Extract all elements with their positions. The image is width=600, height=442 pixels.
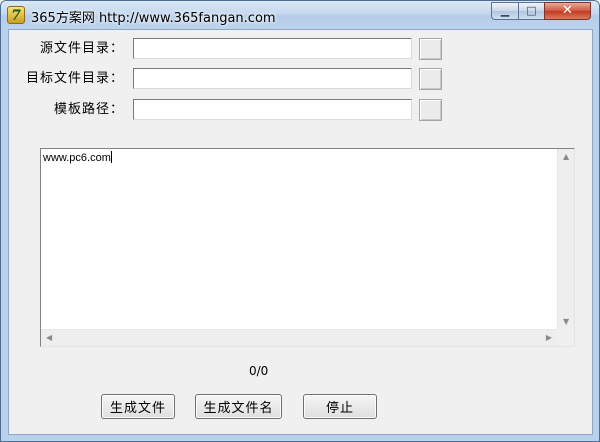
close-button[interactable]: ✕ xyxy=(544,2,591,20)
vertical-scrollbar[interactable]: ▲ ▼ xyxy=(557,149,574,330)
client-area: 源文件目录： 目标文件目录： 模板路径： www.pc6.com ▲ ▼ ◀ ▶… xyxy=(8,29,593,435)
stop-button[interactable]: 停止 xyxy=(303,394,377,419)
template-path-browse-button[interactable] xyxy=(419,99,442,121)
source-dir-label: 源文件目录： xyxy=(39,41,124,56)
log-textarea[interactable]: www.pc6.com ▲ ▼ ◀ ▶ xyxy=(40,148,575,347)
target-dir-input[interactable] xyxy=(133,68,412,89)
scroll-down-icon[interactable]: ▼ xyxy=(563,318,569,326)
log-text[interactable]: www.pc6.com xyxy=(41,149,557,330)
scrollbar-corner xyxy=(557,329,574,346)
progress-counter: 0/0 xyxy=(249,364,269,378)
title-bar[interactable]: 7 365方案网 http://www.365fangan.com ▁ □ ✕ xyxy=(1,1,599,29)
template-path-input[interactable] xyxy=(133,99,412,120)
generate-files-button[interactable]: 生成文件 xyxy=(101,394,175,419)
maximize-button[interactable]: □ xyxy=(518,2,544,20)
app-logo-icon: 7 xyxy=(7,6,25,24)
scroll-up-icon[interactable]: ▲ xyxy=(563,153,569,161)
generate-filenames-button[interactable]: 生成文件名 xyxy=(195,394,282,419)
source-dir-input[interactable] xyxy=(133,38,412,59)
source-dir-browse-button[interactable] xyxy=(419,38,442,60)
scroll-right-icon[interactable]: ▶ xyxy=(546,334,552,342)
scroll-left-icon[interactable]: ◀ xyxy=(46,334,52,342)
horizontal-scrollbar[interactable]: ◀ ▶ xyxy=(41,329,557,346)
target-dir-browse-button[interactable] xyxy=(419,68,442,90)
minimize-button[interactable]: ▁ xyxy=(491,2,518,20)
template-path-label: 模板路径： xyxy=(53,102,124,117)
window-title: 365方案网 http://www.365fangan.com xyxy=(31,11,276,26)
target-dir-label: 目标文件目录： xyxy=(25,71,124,86)
app-window: 7 365方案网 http://www.365fangan.com ▁ □ ✕ … xyxy=(0,0,600,442)
